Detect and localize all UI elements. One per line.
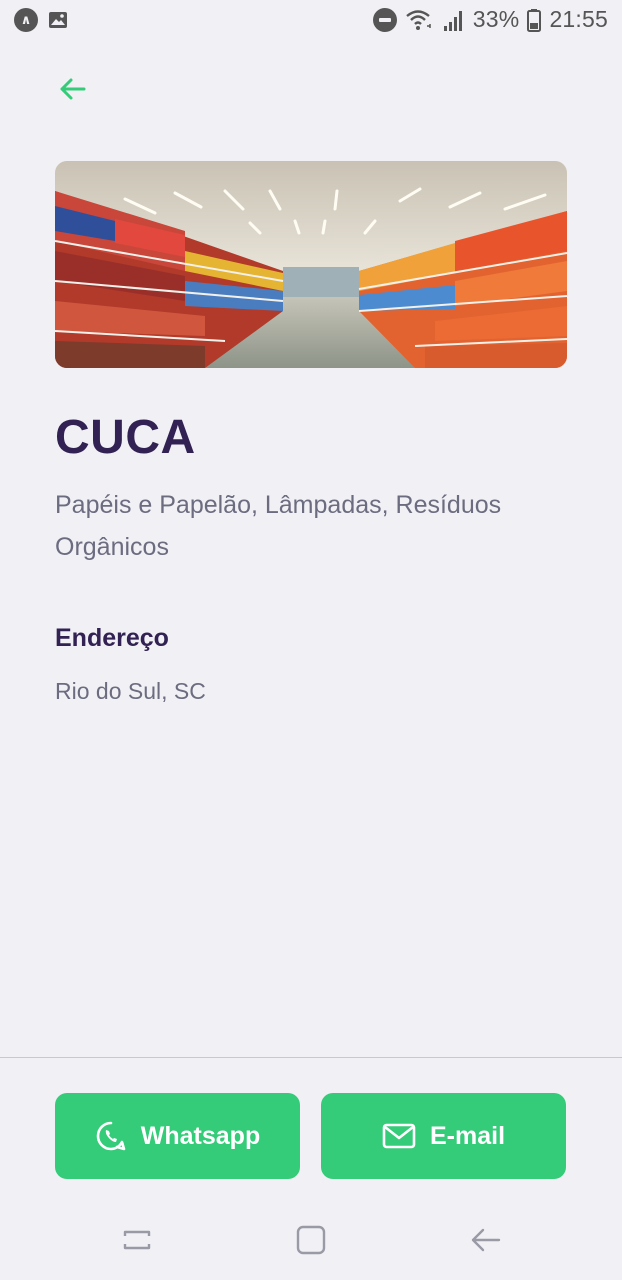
status-right: 33% 21:55 [372,6,608,33]
gallery-icon [49,12,67,28]
place-categories: Papéis e Papelão, Lâmpadas, Resíduos Org… [55,491,502,561]
mail-icon [382,1123,416,1149]
signal-icon [443,10,462,31]
whatsapp-button[interactable]: Whatsapp [55,1093,300,1179]
whatsapp-label: Whatsapp [140,1121,261,1150]
place-name: CUCA [55,411,196,464]
system-nav-bar [0,1200,622,1280]
email-button[interactable]: E-mail [321,1093,566,1179]
clock: 21:55 [549,6,608,32]
status-bar: ∧ 33% 21:55 [0,0,622,44]
recent-apps-icon[interactable] [119,1222,155,1258]
address-label: Endereço [55,624,169,652]
battery-percent: 33% [472,6,520,32]
do-not-disturb-icon [372,7,397,32]
status-left: ∧ [14,8,68,32]
arrow-left-icon [60,78,86,100]
wifi-icon [406,9,431,30]
footer-divider [0,1057,622,1058]
app-icon: ∧ [14,8,38,32]
back-icon[interactable] [467,1222,503,1258]
whatsapp-icon [96,1121,126,1151]
address-value: Rio do Sul, SC [55,678,206,704]
supermarket-aisle-illustration [55,161,567,368]
place-image [55,161,567,368]
back-button[interactable] [56,72,90,106]
home-icon[interactable] [293,1222,329,1258]
battery-icon [527,8,542,32]
email-label: E-mail [429,1121,506,1150]
